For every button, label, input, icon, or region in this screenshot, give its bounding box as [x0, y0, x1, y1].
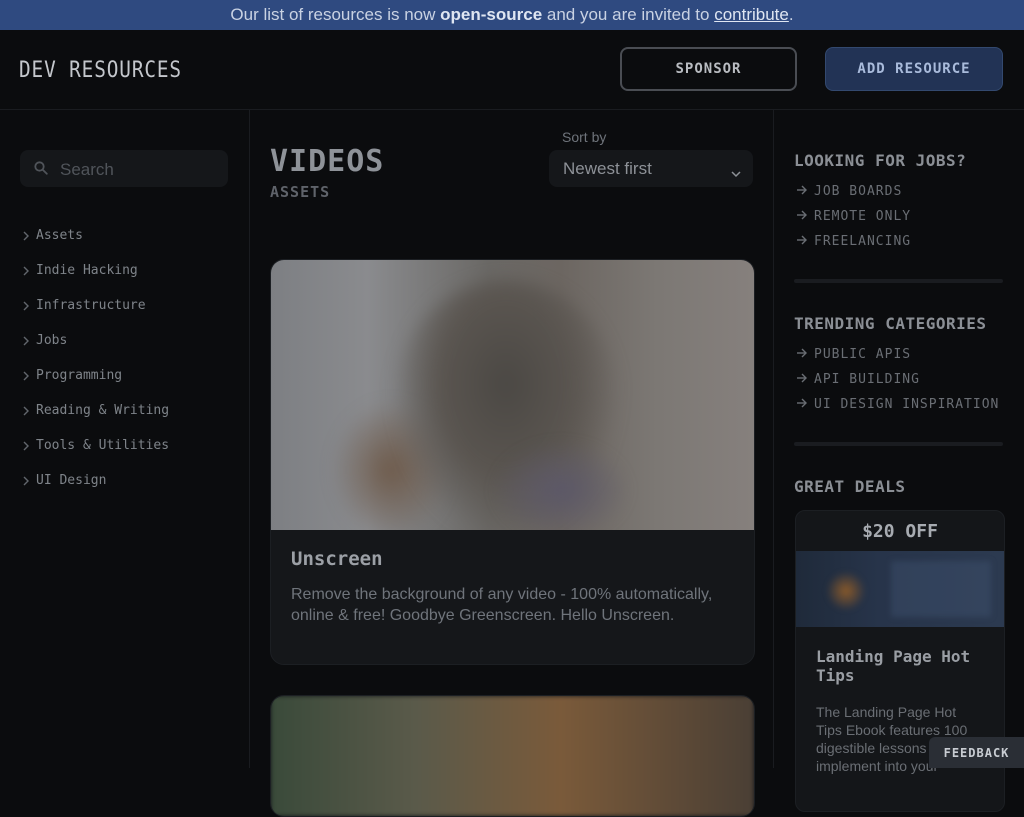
api-building-link[interactable]: API BUILDING: [796, 372, 920, 387]
add-resource-button[interactable]: ADD RESOURCE: [825, 47, 1003, 91]
sort-value: Newest first: [563, 158, 652, 178]
chevron-right-icon: [22, 441, 36, 451]
resource-card[interactable]: [270, 695, 755, 817]
contribute-link[interactable]: contribute: [714, 5, 789, 25]
sidebar-item-label: Programming: [36, 368, 123, 383]
arrow-right-icon: [796, 372, 814, 387]
sidebar-item-label: Reading & Writing: [36, 403, 170, 418]
chevron-right-icon: [22, 266, 36, 276]
page-category-subtitle: ASSETS: [270, 183, 331, 201]
sidebar-item-label: UI Design: [36, 473, 107, 488]
banner-bold-text: open-source: [440, 5, 543, 24]
sidebar-item-label: Tools & Utilities: [36, 438, 170, 453]
site-logo[interactable]: DEV RESOURCES: [19, 58, 182, 83]
chevron-right-icon: [22, 301, 36, 311]
chevron-right-icon: [22, 371, 36, 381]
arrow-right-icon: [796, 347, 814, 362]
sidebar-item-label: Indie Hacking: [36, 263, 138, 278]
search-icon: [34, 161, 50, 177]
sidebar-item-infrastructure[interactable]: Infrastructure: [22, 288, 169, 323]
link-label: FREELANCING: [814, 234, 912, 249]
deals-section-title: GREAT DEALS: [794, 477, 906, 496]
deal-title: Landing Page Hot Tips: [816, 647, 971, 685]
chevron-right-icon: [22, 406, 36, 416]
main-content: VIDEOS ASSETS Sort by Newest first Unscr…: [250, 110, 774, 817]
job-boards-link[interactable]: JOB BOARDS: [796, 184, 902, 199]
arrow-right-icon: [796, 234, 814, 249]
page-title: VIDEOS: [270, 144, 385, 179]
chevron-down-icon: [731, 163, 741, 183]
sidebar-item-assets[interactable]: Assets: [22, 218, 169, 253]
sidebar-item-jobs[interactable]: Jobs: [22, 323, 169, 358]
sidebar-item-label: Jobs: [36, 333, 68, 348]
card-description: Remove the background of any video - 100…: [291, 586, 713, 624]
link-label: PUBLIC APIS: [814, 347, 912, 362]
banner-text-3: .: [788, 5, 794, 24]
arrow-right-icon: [796, 209, 814, 224]
category-list: Assets Indie Hacking Infrastructure Jobs…: [22, 218, 169, 498]
arrow-right-icon: [796, 184, 814, 199]
link-label: REMOTE ONLY: [814, 209, 912, 224]
banner-text-1: Our list of resources is now: [230, 5, 441, 24]
section-divider: [794, 279, 1003, 283]
sponsor-button[interactable]: SPONSOR: [620, 47, 797, 91]
trending-section-title: TRENDING CATEGORIES: [794, 314, 987, 333]
right-sidebar: LOOKING FOR JOBS? JOB BOARDS REMOTE ONLY…: [774, 110, 1024, 812]
search-box[interactable]: [20, 150, 228, 189]
banner-text-2: and you are invited to: [542, 5, 715, 24]
public-apis-link[interactable]: PUBLIC APIS: [796, 347, 911, 362]
arrow-right-icon: [796, 397, 814, 412]
link-label: API BUILDING: [814, 372, 920, 387]
jobs-section-title: LOOKING FOR JOBS?: [794, 151, 967, 170]
deal-thumbnail: [796, 551, 1004, 627]
chevron-right-icon: [22, 476, 36, 486]
site-header: DEV RESOURCES SPONSOR ADD RESOURCE: [0, 30, 1024, 110]
left-sidebar: Assets Indie Hacking Infrastructure Jobs…: [0, 110, 250, 768]
freelancing-link[interactable]: FREELANCING: [796, 234, 911, 249]
ui-design-inspiration-link[interactable]: UI DESIGN INSPIRATION: [796, 397, 999, 412]
sort-select[interactable]: Newest first: [549, 150, 753, 187]
sidebar-item-ui-design[interactable]: UI Design: [22, 463, 169, 498]
sidebar-item-programming[interactable]: Programming: [22, 358, 169, 393]
sort-label: Sort by: [562, 129, 607, 145]
section-divider: [794, 442, 1003, 446]
remote-only-link[interactable]: REMOTE ONLY: [796, 209, 911, 224]
sidebar-item-reading-writing[interactable]: Reading & Writing: [22, 393, 169, 428]
link-label: JOB BOARDS: [814, 184, 903, 199]
sidebar-item-tools-utilities[interactable]: Tools & Utilities: [22, 428, 169, 463]
deal-badge: $20 OFF: [862, 520, 938, 542]
card-title: Unscreen: [291, 548, 383, 570]
announcement-banner: Our list of resources is now open-source…: [0, 0, 1024, 30]
sidebar-item-indie-hacking[interactable]: Indie Hacking: [22, 253, 169, 288]
chevron-right-icon: [22, 336, 36, 346]
search-input[interactable]: [58, 150, 227, 189]
resource-card[interactable]: Unscreen Remove the background of any vi…: [270, 259, 755, 665]
link-label: UI DESIGN INSPIRATION: [814, 397, 1000, 412]
sidebar-item-label: Infrastructure: [36, 298, 146, 313]
feedback-button[interactable]: FEEDBACK: [929, 737, 1024, 768]
chevron-right-icon: [22, 231, 36, 241]
card-thumbnail: [271, 260, 754, 530]
card-thumbnail: [271, 696, 754, 816]
sidebar-item-label: Assets: [36, 228, 83, 243]
